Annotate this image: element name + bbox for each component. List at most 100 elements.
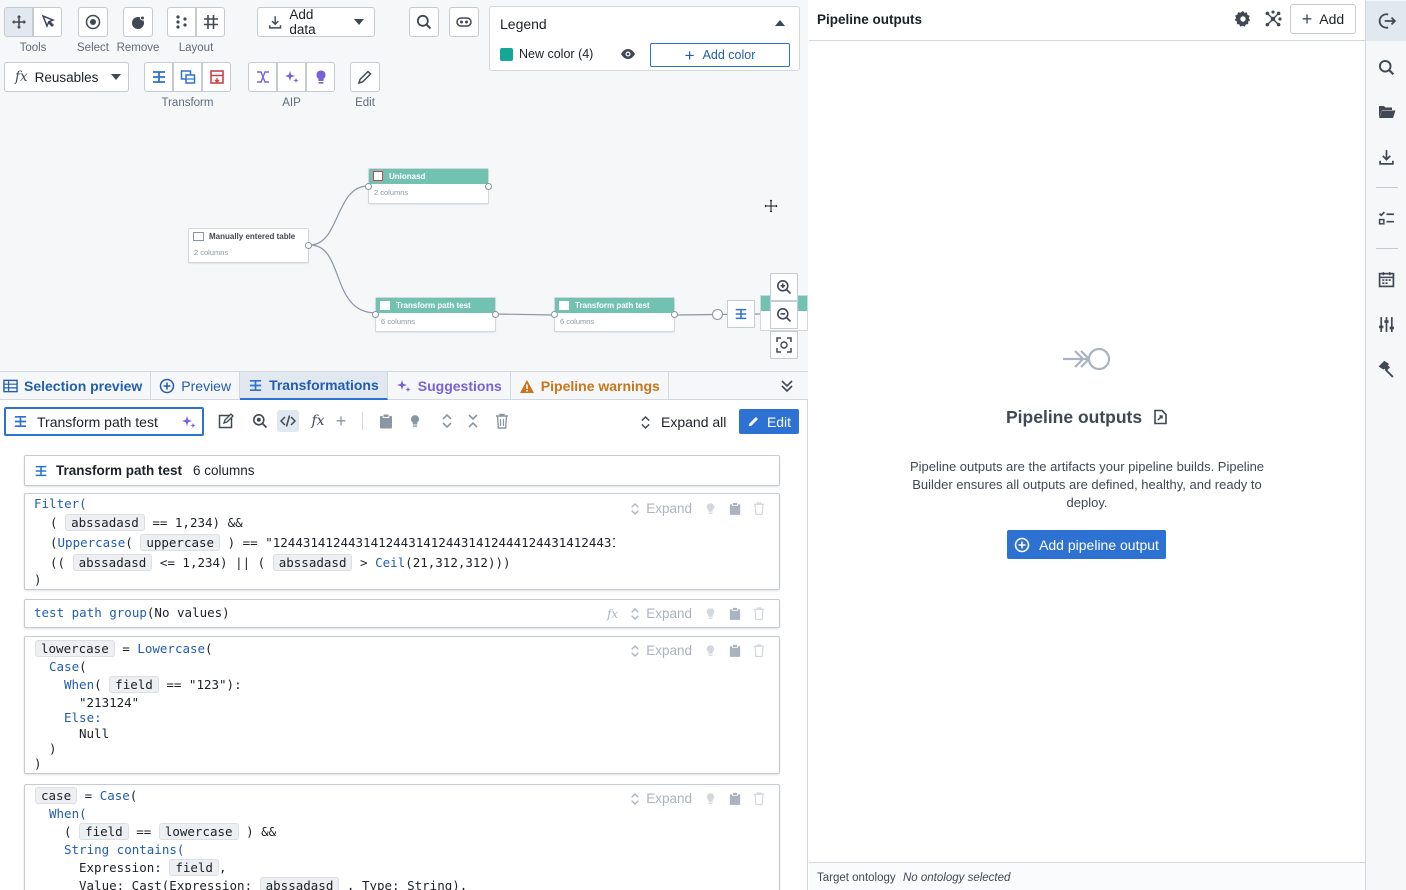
asterisk-icon[interactable] [1264, 10, 1282, 31]
column-chip[interactable]: uppercase [140, 534, 221, 551]
lower-line-8: ) [34, 756, 42, 771]
transform-name-input[interactable]: Transform path test [4, 407, 204, 436]
lightbulb-icon[interactable] [704, 606, 717, 621]
lightbulb-icon[interactable] [704, 791, 717, 806]
column-chip[interactable]: abssadasd [72, 554, 153, 571]
node-transform-path-test-2[interactable]: Transform path test 6 columns [551, 297, 678, 332]
add-output-button[interactable]: + Add [1290, 4, 1356, 34]
add-circle-icon [160, 378, 175, 394]
expand-vertical-icon [631, 607, 640, 620]
column-chip[interactable]: lowercase [35, 640, 115, 657]
node-input-port[interactable] [551, 311, 558, 318]
lightbulb-icon[interactable] [704, 501, 717, 516]
node-output-port[interactable] [485, 183, 492, 190]
pipeline-editor: Tools Select Remove Layout Add data fx R… [0, 0, 808, 890]
tab-preview[interactable]: Preview [151, 372, 241, 400]
empty-state-title-row: Pipeline outputs [809, 407, 1365, 428]
function-button[interactable]: fx [307, 410, 329, 432]
expand-all-icon-button[interactable] [436, 410, 458, 432]
rail-checks-button[interactable] [1366, 198, 1406, 238]
trash-icon[interactable] [753, 606, 765, 621]
transform-card-lowercase[interactable]: Expand lowercase = Lowercase( Case( When… [24, 636, 780, 774]
expand-button[interactable]: Expand [630, 791, 692, 806]
zoom-out-button[interactable] [770, 301, 798, 329]
node-manually-entered-table[interactable]: Manually entered table 2 columns [188, 228, 312, 263]
graph-canvas[interactable]: Tools Select Remove Layout Add data fx R… [0, 0, 808, 371]
summary-title: Transform path test [56, 463, 183, 478]
column-chip[interactable]: lowercase [158, 823, 239, 840]
edit-button[interactable]: Edit [739, 409, 799, 434]
paste-button[interactable] [375, 410, 397, 432]
zoom-out-icon [777, 308, 792, 323]
expand-all-button[interactable]: Expand all [640, 411, 726, 433]
function-icon[interactable]: fx [607, 607, 618, 621]
node-output-port[interactable] [492, 311, 499, 318]
search-transform-button[interactable] [249, 410, 271, 432]
union-icon [373, 171, 383, 181]
rail-settings-button[interactable] [1366, 304, 1406, 344]
tab-suggestions[interactable]: Suggestions [388, 372, 511, 400]
tab-pipeline-warnings[interactable]: Pipeline warnings [511, 372, 669, 400]
sparkle-icon[interactable] [181, 414, 197, 430]
edit-icon [218, 413, 234, 429]
collapse-panel-icon[interactable] [780, 379, 794, 396]
trash-icon[interactable] [753, 791, 765, 806]
rail-search-button[interactable] [1366, 47, 1406, 87]
add-pipeline-output-button[interactable]: Add pipeline output [1007, 530, 1166, 559]
rail-import-button[interactable] [1366, 137, 1406, 177]
column-chip[interactable]: case [35, 787, 78, 804]
code-view-button[interactable] [277, 410, 299, 432]
column-chip[interactable]: abssadasd [259, 877, 340, 890]
clipboard-icon[interactable] [729, 791, 741, 806]
node-title: Transform path test [396, 301, 471, 310]
card-toolbar: Expand [630, 643, 765, 658]
node-output-port[interactable] [305, 242, 312, 249]
rail-folder-button[interactable] [1366, 92, 1406, 132]
zoom-fit-button[interactable] [770, 331, 798, 359]
node-transform-path-test-1[interactable]: Transform path test 6 columns [372, 297, 499, 332]
expand-vertical-icon [631, 644, 640, 657]
lightbulb-icon[interactable] [704, 643, 717, 658]
column-chip[interactable]: field [79, 823, 129, 840]
add-transform-button[interactable]: + [330, 410, 352, 432]
expand-button[interactable]: Expand [630, 501, 692, 516]
expand-button[interactable]: Expand [630, 606, 692, 621]
edit-transform-button[interactable] [215, 410, 237, 432]
clipboard-icon[interactable] [729, 501, 741, 516]
clipboard-icon[interactable] [729, 643, 741, 658]
footer-value[interactable]: No ontology selected [903, 872, 1010, 884]
column-chip[interactable]: field [109, 676, 159, 693]
node-output-port[interactable] [671, 311, 678, 318]
rail-calendar-button[interactable] [1366, 259, 1406, 299]
node-input-port[interactable] [365, 183, 372, 190]
trash-icon[interactable] [753, 643, 765, 658]
search-icon [1378, 59, 1395, 75]
node-input-port[interactable] [372, 311, 379, 318]
expand-button[interactable]: Expand [630, 643, 692, 658]
trash-icon[interactable] [753, 501, 765, 516]
transform-card-filter[interactable]: Expand Filter( ( abssadasd == 1,234) && … [24, 493, 780, 590]
tab-label: Pipeline warnings [540, 378, 660, 394]
rail-outputs-button[interactable] [1366, 1, 1406, 41]
transform-card-case[interactable]: Expand case = Case( When( ( field == low… [24, 784, 780, 890]
rail-divider [1376, 187, 1398, 188]
tab-transformations[interactable]: Transformations [240, 372, 388, 400]
column-chip[interactable]: abssadasd [65, 514, 145, 531]
collapse-all-icon-button[interactable] [462, 410, 484, 432]
node-unionasd[interactable]: Unionasd 2 columns [365, 168, 492, 204]
column-chip[interactable]: field [169, 859, 219, 876]
clipboard-icon[interactable] [729, 606, 741, 621]
tab-label: Selection preview [24, 378, 143, 394]
transform-card-group[interactable]: fx Expand test path group(No values) [24, 599, 780, 628]
gear-icon[interactable] [1234, 10, 1252, 31]
insert-transform-button[interactable] [727, 300, 755, 328]
zoom-in-button[interactable] [770, 273, 798, 301]
output-arrow-icon [1061, 345, 1113, 376]
column-chip[interactable]: abssadasd [272, 554, 353, 571]
suggest-button[interactable] [404, 410, 426, 432]
edge-add-icon[interactable] [712, 309, 723, 320]
card-toolbar: Expand [630, 501, 765, 516]
tab-selection-preview[interactable]: Selection preview [0, 372, 152, 400]
delete-button[interactable] [491, 410, 513, 432]
rail-build-button[interactable] [1366, 349, 1406, 389]
